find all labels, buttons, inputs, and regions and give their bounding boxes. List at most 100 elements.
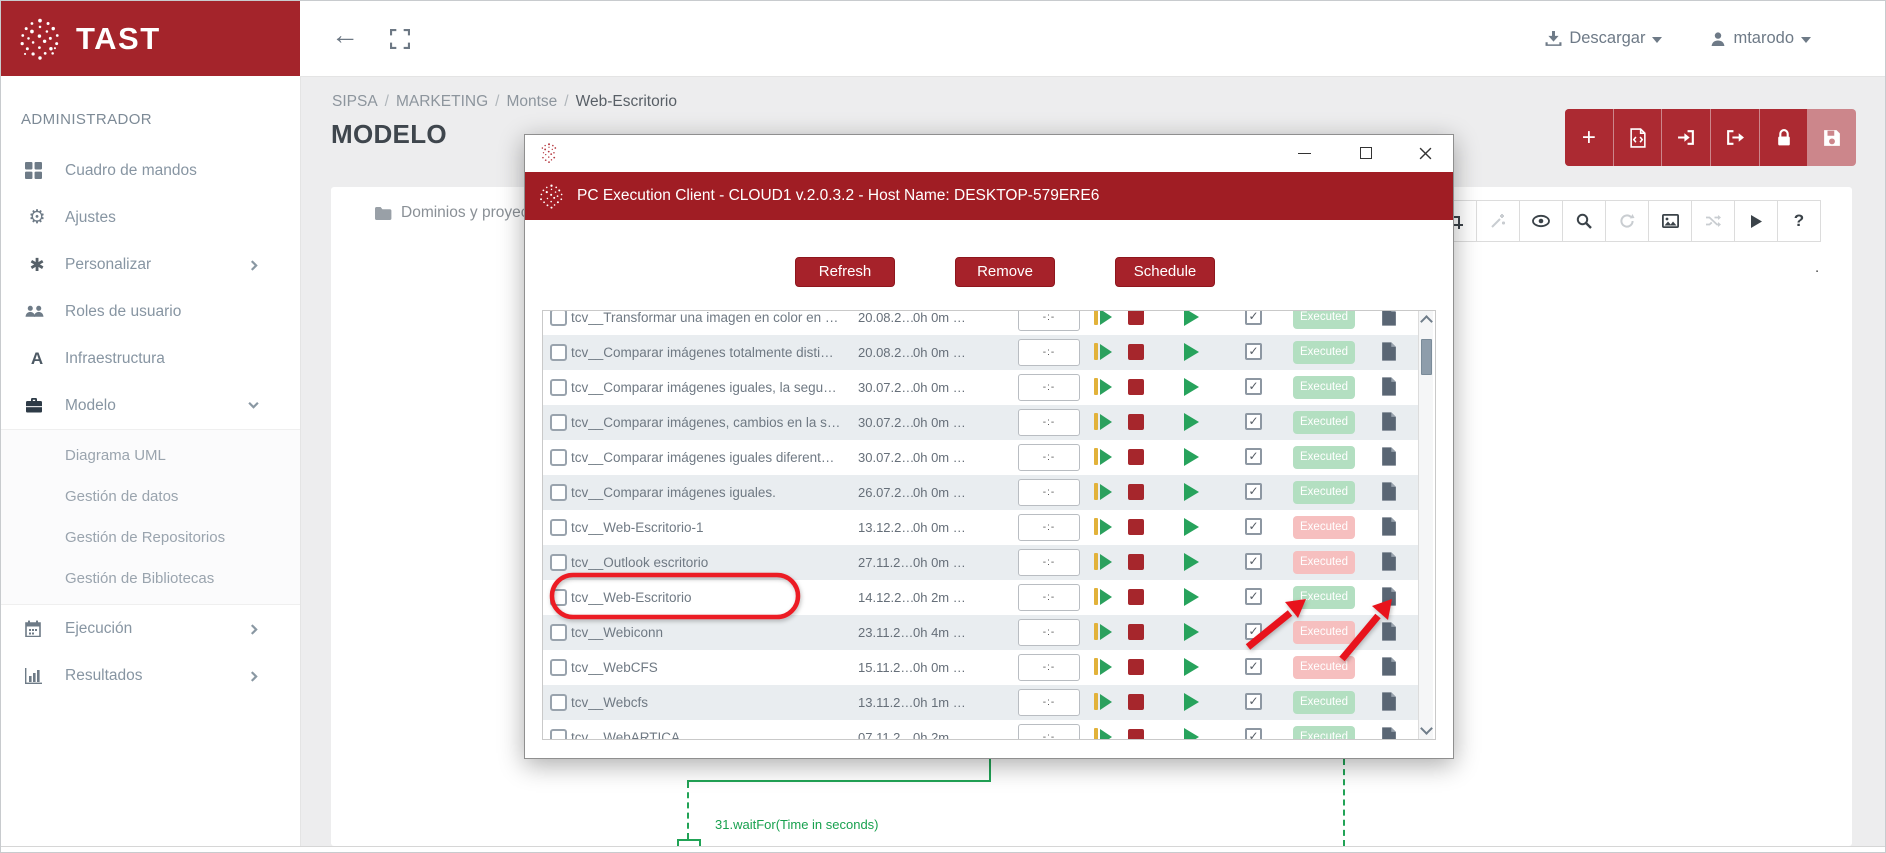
row-checkbox-checked[interactable]: ✓ bbox=[1245, 658, 1262, 675]
play-icon[interactable] bbox=[1184, 378, 1199, 396]
file-icon[interactable] bbox=[1381, 377, 1397, 396]
file-icon[interactable] bbox=[1381, 342, 1397, 361]
row-checkbox-checked[interactable]: ✓ bbox=[1245, 483, 1262, 500]
row-checkbox[interactable] bbox=[550, 310, 567, 326]
row-checkbox-checked[interactable]: ✓ bbox=[1245, 378, 1262, 395]
file-icon[interactable] bbox=[1381, 727, 1397, 740]
magic-wand-tool-button[interactable] bbox=[1476, 200, 1520, 242]
step-play-icon[interactable] bbox=[1094, 658, 1112, 675]
domains-projects-tab[interactable]: Dominios y proyectos bbox=[374, 204, 549, 222]
step-play-icon[interactable] bbox=[1094, 483, 1112, 500]
play-icon[interactable] bbox=[1184, 658, 1199, 676]
row-checkbox[interactable] bbox=[550, 379, 567, 396]
row-checkbox[interactable] bbox=[550, 694, 567, 711]
time-input[interactable]: -:- bbox=[1018, 444, 1080, 471]
stop-icon[interactable] bbox=[1128, 694, 1144, 710]
step-play-icon[interactable] bbox=[1094, 623, 1112, 640]
step-play-icon[interactable] bbox=[1094, 310, 1112, 325]
step-play-icon[interactable] bbox=[1094, 378, 1112, 395]
stop-icon[interactable] bbox=[1128, 484, 1144, 500]
diagram-node[interactable] bbox=[677, 839, 701, 846]
play-icon[interactable] bbox=[1184, 693, 1199, 711]
play-icon[interactable] bbox=[1184, 413, 1199, 431]
play-icon[interactable] bbox=[1184, 518, 1199, 536]
row-checkbox-checked[interactable]: ✓ bbox=[1245, 623, 1262, 640]
window-title-bar[interactable] bbox=[525, 135, 1453, 172]
play-icon[interactable] bbox=[1184, 448, 1199, 466]
scroll-down-icon[interactable] bbox=[1420, 722, 1433, 735]
breadcrumb-item[interactable]: MARKETING bbox=[396, 93, 488, 110]
time-input[interactable]: -:- bbox=[1018, 374, 1080, 401]
export-code-button[interactable] bbox=[1614, 109, 1662, 166]
row-checkbox-checked[interactable]: ✓ bbox=[1245, 588, 1262, 605]
sidebar-item-resultados[interactable]: Resultados bbox=[1, 652, 300, 699]
row-checkbox-checked[interactable]: ✓ bbox=[1245, 553, 1262, 570]
play-icon[interactable] bbox=[1184, 728, 1199, 740]
stop-icon[interactable] bbox=[1128, 519, 1144, 535]
row-checkbox-checked[interactable]: ✓ bbox=[1245, 518, 1262, 535]
file-icon[interactable] bbox=[1381, 517, 1397, 536]
stop-icon[interactable] bbox=[1128, 589, 1144, 605]
submenu-item-gestion-de-datos[interactable]: Gestión de datos bbox=[1, 476, 300, 517]
play-tool-button[interactable] bbox=[1734, 200, 1778, 242]
step-play-icon[interactable] bbox=[1094, 553, 1112, 570]
minimize-button[interactable] bbox=[1282, 135, 1326, 171]
row-checkbox[interactable] bbox=[550, 729, 567, 740]
table-scrollbar[interactable] bbox=[1418, 311, 1433, 739]
maximize-button[interactable] bbox=[1344, 135, 1388, 171]
file-icon[interactable] bbox=[1381, 552, 1397, 571]
time-input[interactable]: -:- bbox=[1018, 724, 1080, 740]
zoom-tool-button[interactable] bbox=[1562, 200, 1606, 242]
step-play-icon[interactable] bbox=[1094, 448, 1112, 465]
row-checkbox[interactable] bbox=[550, 484, 567, 501]
file-icon[interactable] bbox=[1381, 587, 1397, 606]
row-checkbox[interactable] bbox=[550, 554, 567, 571]
sign-out-button[interactable] bbox=[1711, 109, 1759, 166]
step-play-icon[interactable] bbox=[1094, 343, 1112, 360]
time-input[interactable]: -:- bbox=[1018, 409, 1080, 436]
step-play-icon[interactable] bbox=[1094, 728, 1112, 740]
row-checkbox-checked[interactable]: ✓ bbox=[1245, 413, 1262, 430]
file-icon[interactable] bbox=[1381, 482, 1397, 501]
add-button[interactable]: + bbox=[1565, 109, 1613, 166]
sidebar-item-infraestructura[interactable]: A Infraestructura bbox=[1, 335, 300, 382]
stop-icon[interactable] bbox=[1128, 659, 1144, 675]
time-input[interactable]: -:- bbox=[1018, 479, 1080, 506]
sidebar-item-ajustes[interactable]: ⚙ Ajustes bbox=[1, 194, 300, 241]
time-input[interactable]: -:- bbox=[1018, 654, 1080, 681]
app-logo[interactable]: TAST bbox=[1, 1, 300, 76]
schedule-button[interactable]: Schedule bbox=[1115, 257, 1215, 287]
save-button[interactable] bbox=[1808, 109, 1856, 166]
breadcrumb-item[interactable]: SIPSA bbox=[332, 93, 378, 110]
refresh-tool-button[interactable] bbox=[1605, 200, 1649, 242]
submenu-item-gestion-de-repositorios[interactable]: Gestión de Repositorios bbox=[1, 517, 300, 558]
image-tool-button[interactable] bbox=[1648, 200, 1692, 242]
time-input[interactable]: -:- bbox=[1018, 549, 1080, 576]
row-checkbox[interactable] bbox=[550, 624, 567, 641]
time-input[interactable]: -:- bbox=[1018, 689, 1080, 716]
time-input[interactable]: -:- bbox=[1018, 514, 1080, 541]
time-input[interactable]: -:- bbox=[1018, 619, 1080, 646]
file-icon[interactable] bbox=[1381, 310, 1397, 326]
play-icon[interactable] bbox=[1184, 553, 1199, 571]
remove-button[interactable]: Remove bbox=[955, 257, 1055, 287]
file-icon[interactable] bbox=[1381, 447, 1397, 466]
row-checkbox-checked[interactable]: ✓ bbox=[1245, 343, 1262, 360]
submenu-item-gestion-de-bibliotecas[interactable]: Gestión de Bibliotecas bbox=[1, 558, 300, 599]
stop-icon[interactable] bbox=[1128, 310, 1144, 325]
file-icon[interactable] bbox=[1381, 692, 1397, 711]
submenu-item-diagrama-uml[interactable]: Diagrama UML bbox=[1, 435, 300, 476]
play-icon[interactable] bbox=[1184, 310, 1199, 326]
play-icon[interactable] bbox=[1184, 623, 1199, 641]
row-checkbox-checked[interactable]: ✓ bbox=[1245, 728, 1262, 740]
fullscreen-icon[interactable] bbox=[390, 29, 410, 49]
close-icon[interactable] bbox=[1403, 135, 1447, 171]
row-checkbox[interactable] bbox=[550, 589, 567, 606]
stop-icon[interactable] bbox=[1128, 414, 1144, 430]
scroll-up-icon[interactable] bbox=[1420, 315, 1433, 328]
sidebar-item-personalizar[interactable]: ✱ Personalizar bbox=[1, 241, 300, 288]
stop-icon[interactable] bbox=[1128, 344, 1144, 360]
row-checkbox[interactable] bbox=[550, 344, 567, 361]
stop-icon[interactable] bbox=[1128, 729, 1144, 740]
sign-in-button[interactable] bbox=[1662, 109, 1710, 166]
